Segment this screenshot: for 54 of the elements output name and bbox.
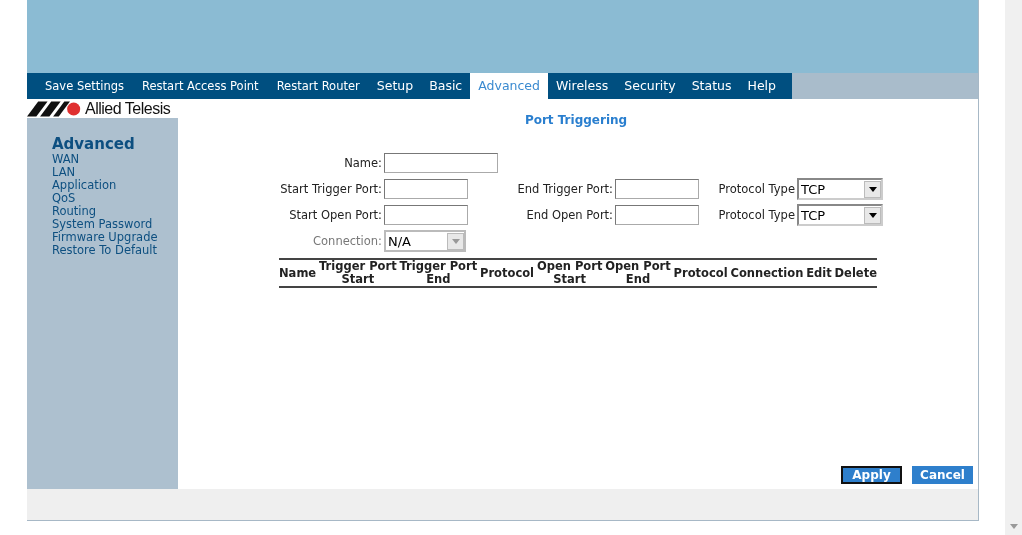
caret-icon [451,238,460,244]
sidebar-link[interactable]: Application [52,179,117,192]
action-button[interactable]: Apply [841,466,902,484]
sidebar-link[interactable]: WAN [52,153,80,166]
nav-tab[interactable]: Status [683,73,740,99]
nav-tab[interactable]: Help [739,73,784,99]
sidebar-link[interactable]: System Password [52,218,153,231]
end-open-port-field[interactable] [615,205,699,225]
column-header: Protocol [673,266,728,280]
start-open-port-field[interactable] [384,205,468,225]
logo-text: Allied Telesis [85,100,171,117]
nav-tab[interactable]: Basic [421,73,471,99]
caret-icon [868,212,877,218]
nav-tab[interactable]: Wireless [548,73,617,99]
sidebar-link[interactable]: Firmware Upgrade [52,231,158,244]
nav-tab[interactable]: Save Settings [27,73,134,99]
field-label: End Open Port: [525,208,613,222]
protocol-dropdown[interactable]: TCP [797,178,883,200]
page-title: Port Triggering [523,113,629,127]
field-label: Protocol Type [717,208,795,222]
column-header: Open Port End [605,260,671,286]
action-button[interactable]: Cancel [912,466,973,484]
name-field[interactable] [384,153,498,173]
field-label: Start Open Port: [288,208,382,222]
column-header: Connection [730,266,804,280]
end-trigger-port-field[interactable] [615,179,699,199]
column-header: Delete [834,266,877,280]
sidebar-link[interactable]: Routing [52,205,97,218]
scrollbar[interactable] [1005,0,1022,535]
column-header: Protocol [480,266,535,280]
protocol-dropdown[interactable]: TCP [797,204,883,226]
column-header: Trigger Port End [399,260,478,286]
field-label: Start Trigger Port: [279,182,382,196]
field-label: Connection: [312,234,382,248]
sidebar-title: Advanced [52,136,135,153]
start-trigger-port-field[interactable] [384,179,468,199]
column-header: Open Port Start [536,260,603,286]
logo-icon [27,100,83,117]
field-label: Protocol Type [717,182,795,196]
field-label: End Trigger Port: [516,182,613,196]
nav-tab[interactable]: Restart Access Point [133,73,268,99]
column-header: Edit [806,266,832,280]
sidebar-link[interactable]: LAN [52,166,76,179]
column-header: Name [279,266,317,280]
sidebar-link[interactable]: QoS [52,192,76,205]
column-header: Trigger Port Start [319,260,397,286]
nav-tab[interactable]: Setup [368,73,422,99]
field-label: Name: [343,156,382,170]
caret-icon [868,186,877,192]
nav-tab[interactable]: Restart Router [267,73,369,99]
nav-tab[interactable]: Advanced [470,73,548,99]
sidebar-link[interactable]: Restore To Default [52,244,158,257]
scroll-down-icon[interactable] [1010,524,1018,529]
nav-tab[interactable]: Security [616,73,684,99]
